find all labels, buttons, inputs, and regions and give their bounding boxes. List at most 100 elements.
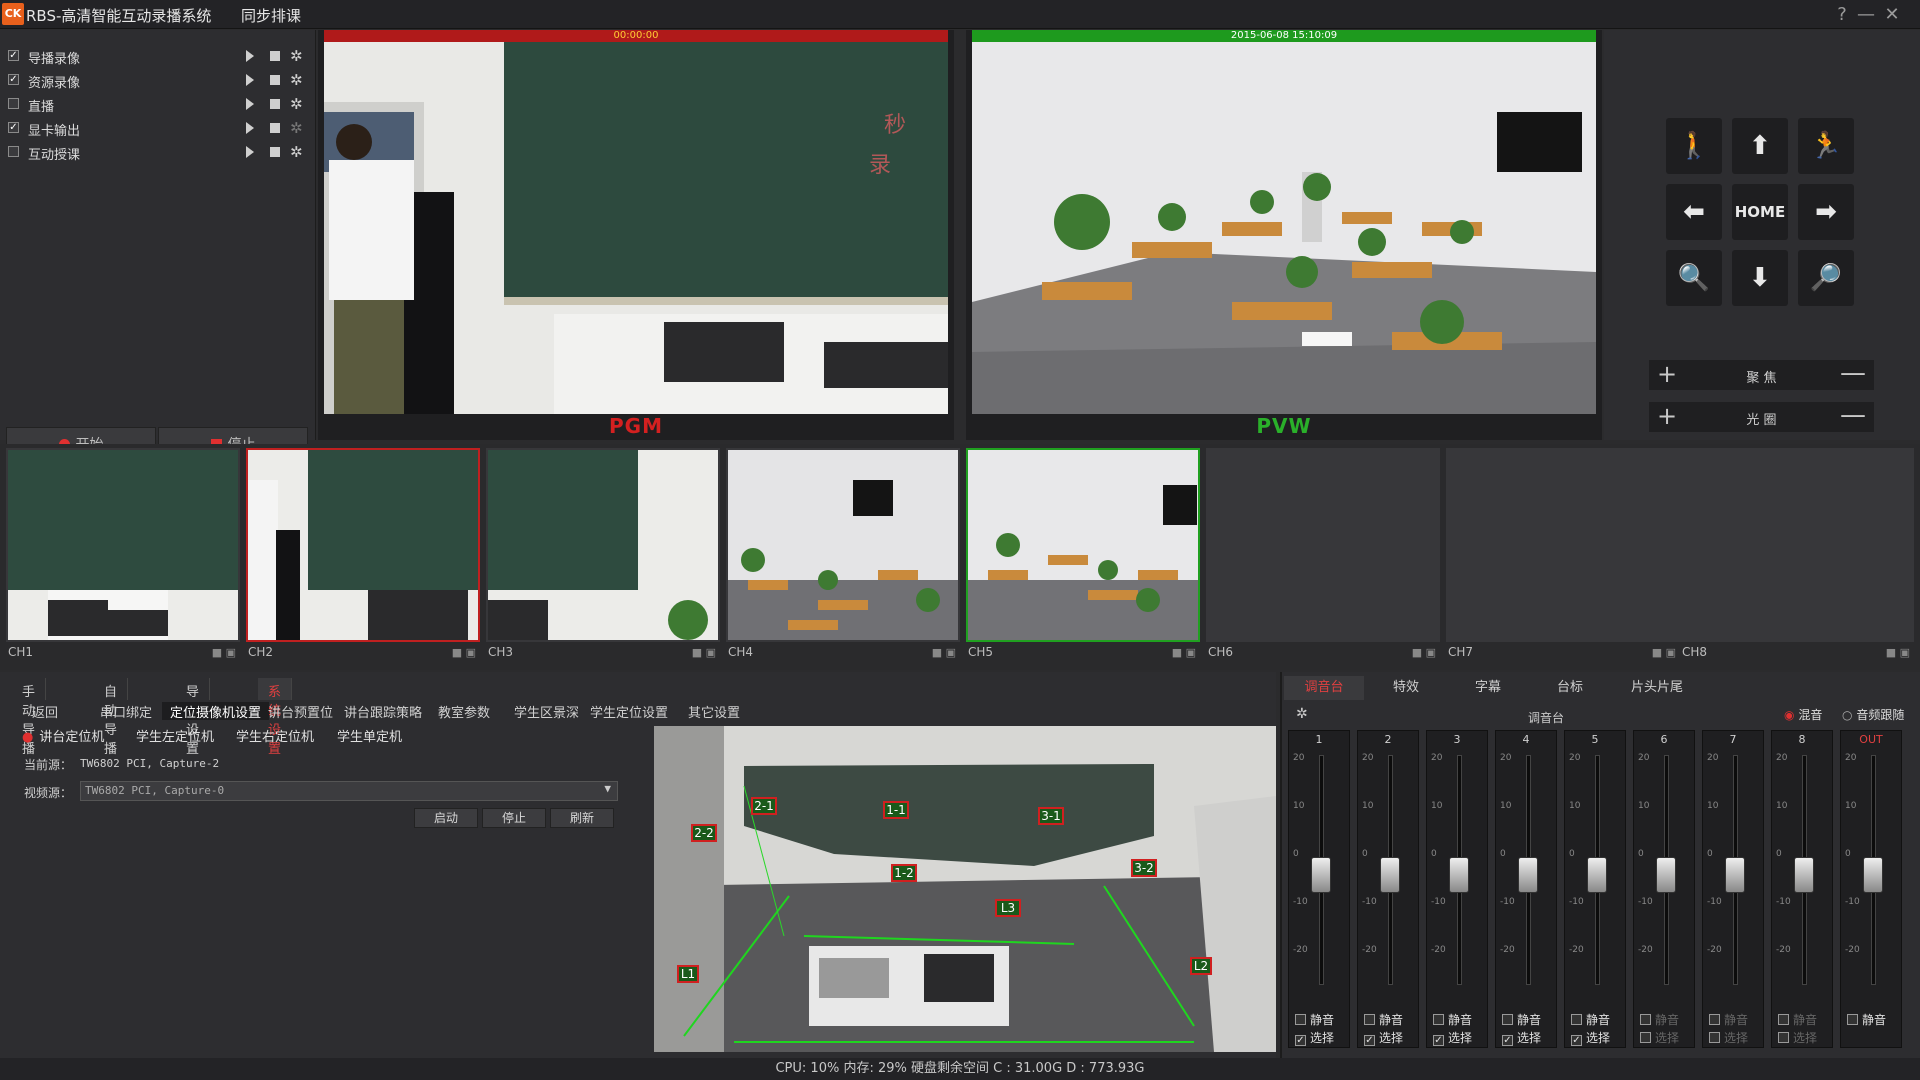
radio-student-left[interactable]: 学生左定位机 (136, 726, 214, 745)
select-checkbox[interactable]: ✓ 选择 (1502, 1029, 1541, 1046)
fader-knob[interactable] (1380, 857, 1400, 893)
tab-manual-director[interactable]: 手动导播 (12, 678, 47, 757)
subtab-student-locate[interactable]: 学生定位设置 (582, 702, 676, 721)
resource-record-checkbox[interactable]: ✓ (8, 74, 19, 85)
gear-icon[interactable]: ✲ (290, 143, 303, 161)
interactive-checkbox[interactable] (8, 146, 19, 157)
minimize-button[interactable]: — (1856, 4, 1876, 25)
channel-thumbnail[interactable] (1446, 448, 1680, 642)
gear-icon[interactable]: ✲ (290, 71, 303, 89)
mute-checkbox[interactable]: 静音 (1364, 1011, 1403, 1028)
walk-plus-icon[interactable]: 🏃 (1798, 118, 1854, 174)
channel-ch5[interactable]: CH5 ■ ▣ (966, 448, 1200, 666)
channel-ch1[interactable]: CH1 ■ ▣ (6, 448, 240, 666)
stop-icon[interactable] (270, 99, 280, 109)
zone-1-2[interactable]: 1-2 (894, 866, 914, 880)
radio-student-single[interactable]: 学生单定机 (337, 726, 402, 745)
locator-refresh-button[interactable]: 刷新 (550, 808, 614, 828)
gear-icon[interactable]: ✲ (290, 47, 303, 65)
gear-icon[interactable]: ✲ (290, 95, 303, 113)
focus-minus-button[interactable]: — (1840, 360, 1866, 386)
play-icon[interactable] (246, 122, 254, 134)
home-button[interactable]: HOME (1732, 184, 1788, 240)
select-checkbox[interactable]: ✓ 选择 (1364, 1029, 1403, 1046)
stop-icon[interactable] (270, 51, 280, 61)
iris-minus-button[interactable]: — (1840, 402, 1866, 428)
zone-1-1[interactable]: 1-1 (886, 803, 906, 817)
mix-radio[interactable]: ◉ 混音 (1784, 706, 1822, 723)
mute-checkbox[interactable]: 静音 (1433, 1011, 1472, 1028)
mute-checkbox[interactable]: 静音 (1778, 1011, 1817, 1028)
mute-checkbox[interactable]: 静音 (1847, 1011, 1886, 1028)
help-button[interactable]: ? (1832, 4, 1852, 25)
mute-checkbox[interactable]: 静音 (1640, 1011, 1679, 1028)
subtab-podium-tracking[interactable]: 讲台跟踪策略 (336, 702, 430, 721)
mute-checkbox[interactable]: 静音 (1295, 1011, 1334, 1028)
tab-effects[interactable]: 特效 (1366, 676, 1446, 700)
gear-icon[interactable]: ✲ (290, 119, 303, 137)
subtab-locator-camera[interactable]: 定位摄像机设置 (162, 702, 270, 721)
right-arrow-icon[interactable]: ➡ (1798, 184, 1854, 240)
up-arrow-icon[interactable]: ⬆ (1732, 118, 1788, 174)
menu-sync-schedule[interactable]: 同步排课 (241, 5, 301, 26)
fader-knob[interactable] (1794, 857, 1814, 893)
mute-checkbox[interactable]: 静音 (1709, 1011, 1748, 1028)
live-checkbox[interactable] (8, 98, 19, 109)
channel-ch6[interactable]: CH6 ■ ▣ (1206, 448, 1440, 666)
tab-subtitle[interactable]: 字幕 (1448, 676, 1528, 700)
subtab-serial-binding[interactable]: 串口绑定 (92, 702, 160, 721)
tab-auto-director[interactable]: 自动导播 (94, 678, 129, 757)
tab-logo[interactable]: 台标 (1530, 676, 1610, 700)
play-icon[interactable] (246, 50, 254, 62)
channel-thumbnail[interactable] (1206, 448, 1440, 642)
tab-mixer[interactable]: 调音台 (1284, 676, 1364, 700)
zoom-in-icon[interactable]: 🔍 (1666, 250, 1722, 306)
fader-knob[interactable] (1725, 857, 1745, 893)
channel-thumbnail[interactable] (726, 448, 960, 642)
channel-ch3[interactable]: CH3 ■ ▣ (486, 448, 720, 666)
select-checkbox[interactable]: 选择 (1640, 1029, 1679, 1046)
close-button[interactable]: ✕ (1882, 4, 1902, 25)
stop-icon[interactable] (270, 147, 280, 157)
zone-l3[interactable]: L3 (1001, 901, 1015, 915)
fader-knob[interactable] (1518, 857, 1538, 893)
channel-ch4[interactable]: CH4 ■ ▣ (726, 448, 960, 666)
walk-minus-icon[interactable]: 🚶 (1666, 118, 1722, 174)
zone-3-2[interactable]: 3-2 (1134, 861, 1154, 875)
tab-director-settings[interactable]: 导播设置 (176, 678, 211, 757)
channel-ch8[interactable]: CH8 ■ ▣ (1680, 448, 1914, 666)
director-record-checkbox[interactable]: ✓ (8, 50, 19, 61)
fader-knob[interactable] (1587, 857, 1607, 893)
mute-checkbox[interactable]: 静音 (1502, 1011, 1541, 1028)
left-arrow-icon[interactable]: ⬅ (1666, 184, 1722, 240)
fader-knob[interactable] (1311, 857, 1331, 893)
channel-ch7[interactable]: CH7 ■ ▣ (1446, 448, 1680, 666)
select-checkbox[interactable]: 选择 (1709, 1029, 1748, 1046)
zoom-out-icon[interactable]: 🔎 (1798, 250, 1854, 306)
play-icon[interactable] (246, 146, 254, 158)
zone-2-2[interactable]: 2-2 (694, 826, 714, 840)
zone-2-1[interactable]: 2-1 (754, 799, 774, 813)
locator-camera-view[interactable]: 2-1 1-1 3-1 2-2 1-2 3-2 L3 L1 L2 (654, 726, 1276, 1052)
select-checkbox[interactable]: ✓ 选择 (1295, 1029, 1334, 1046)
channel-thumbnail[interactable] (246, 448, 480, 642)
subtab-podium-preset[interactable]: 讲台预置位 (260, 702, 341, 721)
channel-thumbnail[interactable] (486, 448, 720, 642)
subtab-other[interactable]: 其它设置 (680, 702, 748, 721)
video-source-select[interactable]: TW6802 PCI, Capture-0 ▼ (80, 781, 618, 801)
fader-knob[interactable] (1656, 857, 1676, 893)
radio-podium-locator[interactable]: ● 讲台定位机 (22, 726, 104, 745)
subtab-classroom-params[interactable]: 教室参数 (430, 702, 498, 721)
mute-checkbox[interactable]: 静音 (1571, 1011, 1610, 1028)
down-arrow-icon[interactable]: ⬇ (1732, 250, 1788, 306)
channel-thumbnail[interactable] (1680, 448, 1914, 642)
tab-intro-outro[interactable]: 片头片尾 (1612, 676, 1702, 700)
fader-knob[interactable] (1863, 857, 1883, 893)
channel-thumbnail[interactable] (6, 448, 240, 642)
subtab-student-depth[interactable]: 学生区景深 (506, 702, 587, 721)
locator-start-button[interactable]: 启动 (414, 808, 478, 828)
select-checkbox[interactable]: ✓ 选择 (1433, 1029, 1472, 1046)
audio-follow-radio[interactable]: ○ 音频跟随 (1842, 706, 1904, 723)
stop-icon[interactable] (270, 75, 280, 85)
channel-ch2[interactable]: CH2 ■ ▣ (246, 448, 480, 666)
